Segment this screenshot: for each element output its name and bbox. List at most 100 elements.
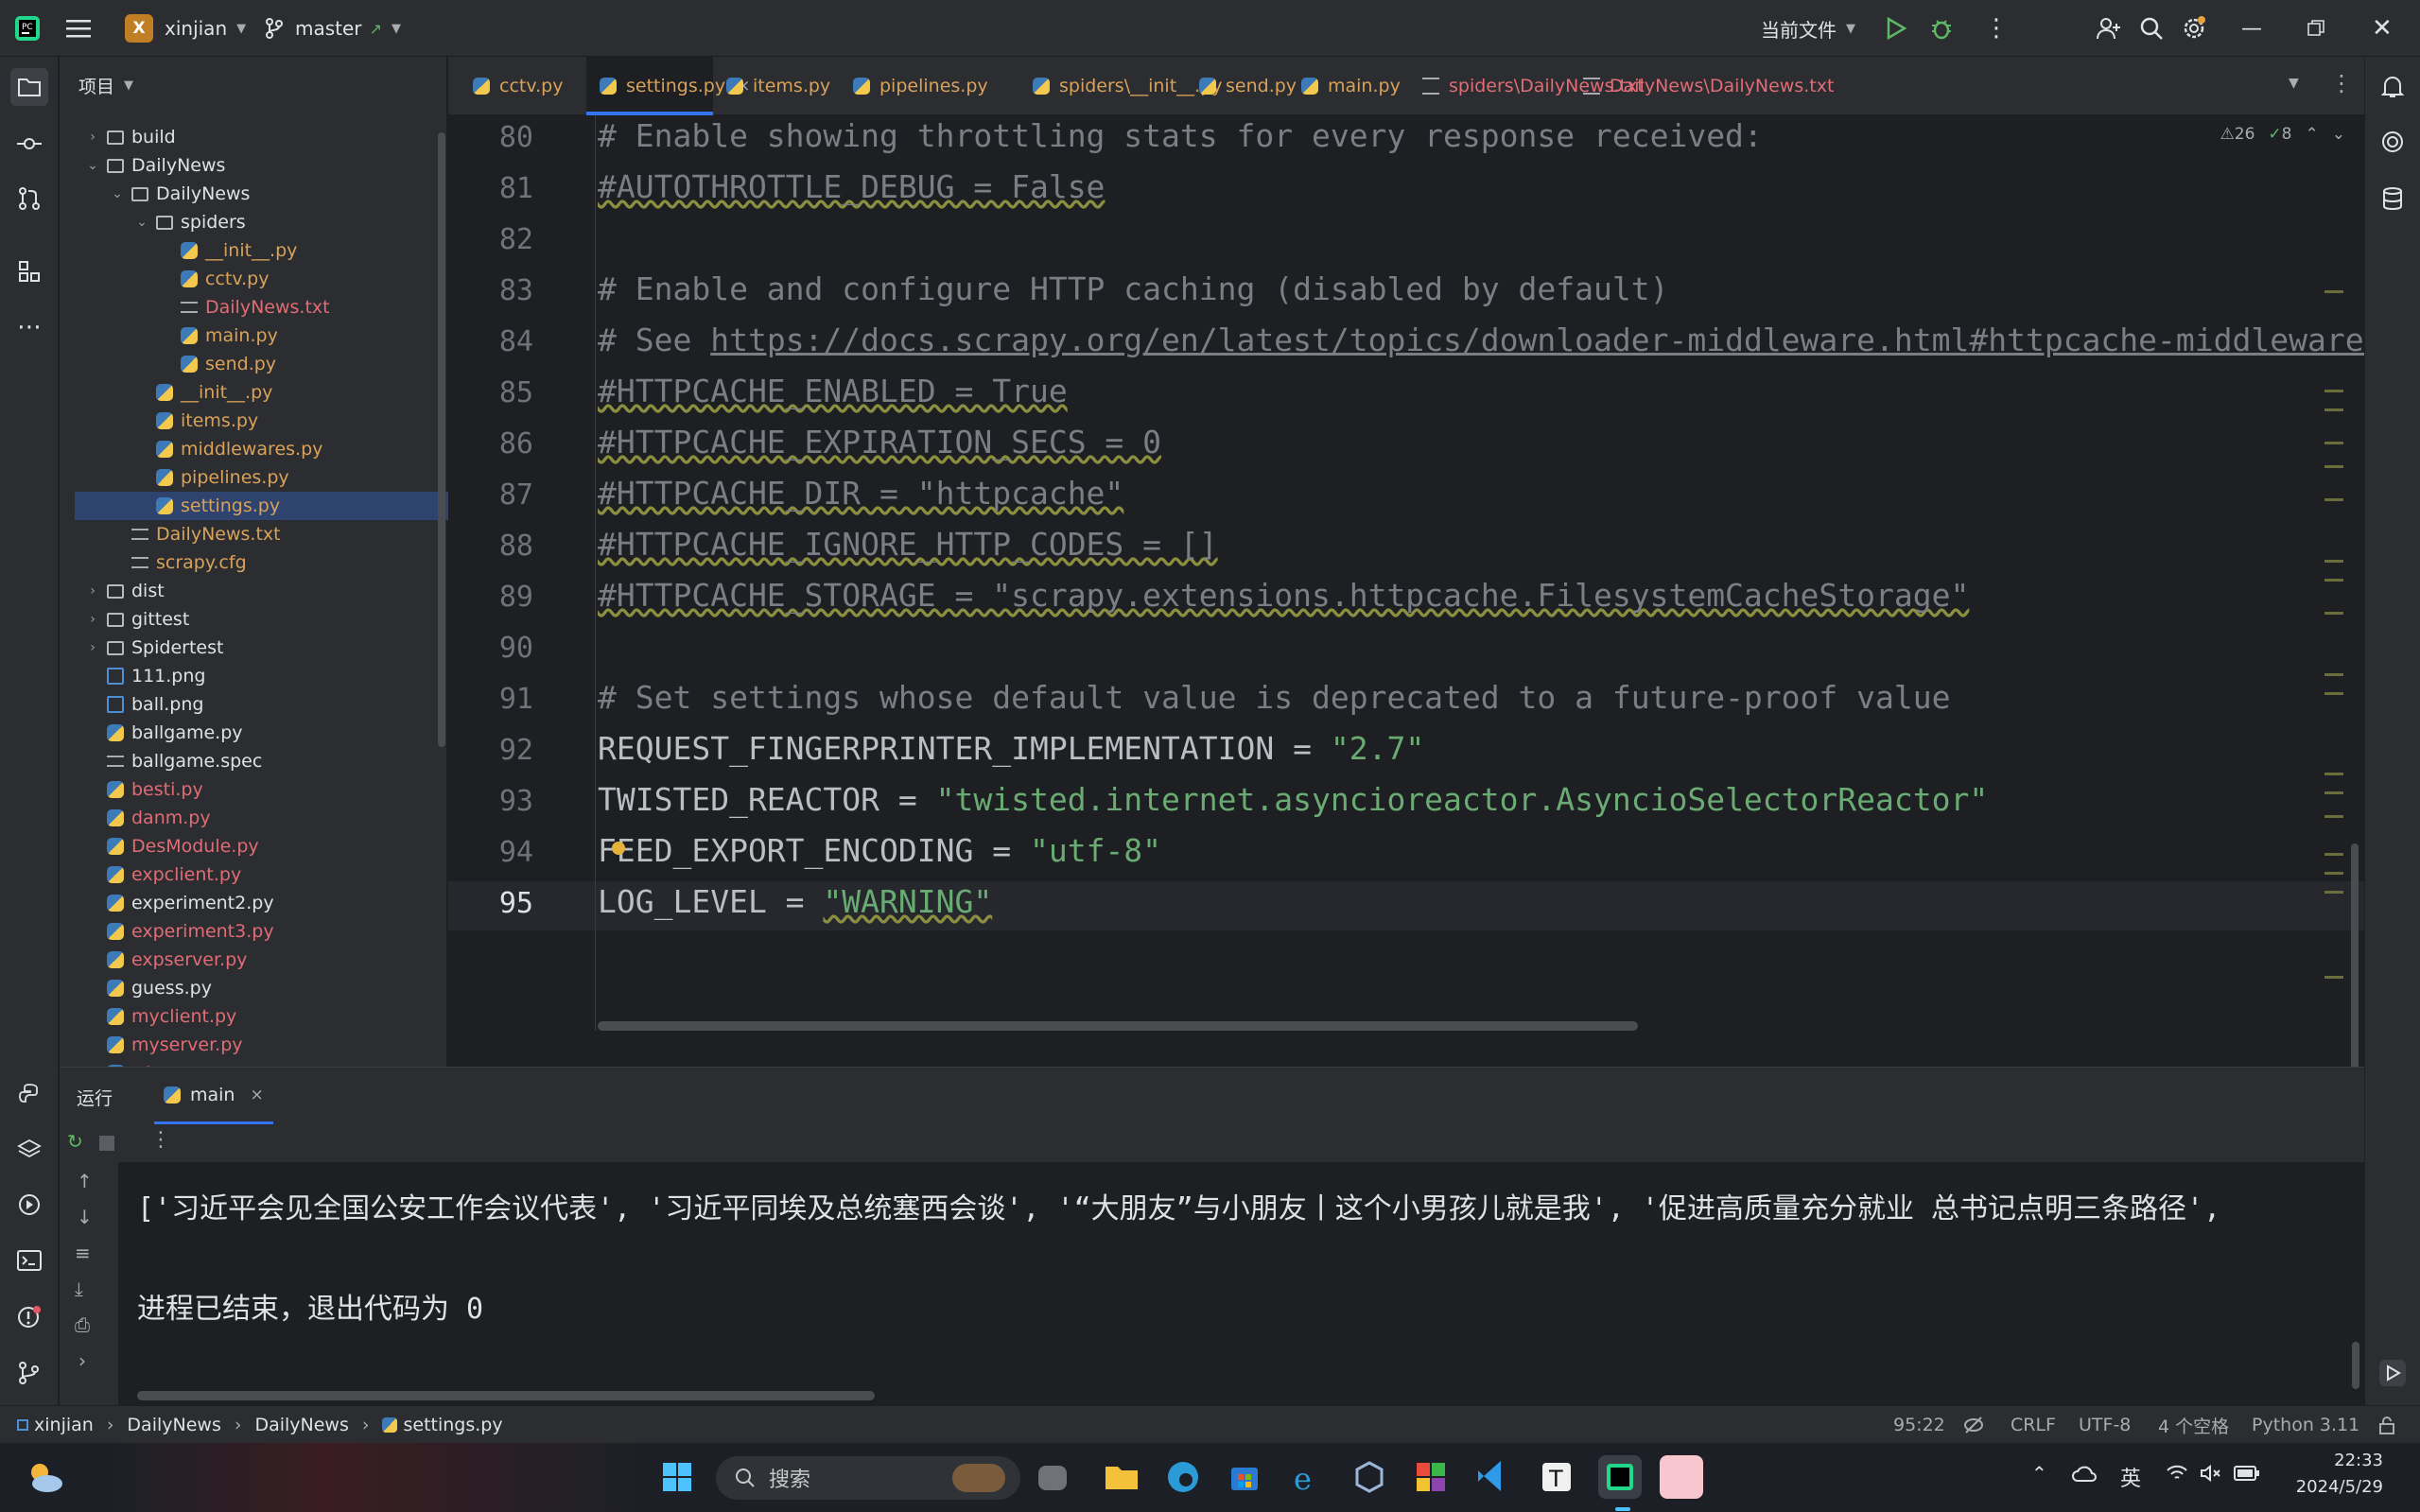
wifi-icon[interactable]: [2166, 1464, 2188, 1486]
chevron-right-icon[interactable]: ›: [84, 612, 101, 627]
tree-item[interactable]: main.py: [60, 322, 438, 350]
scroll-marker[interactable]: [2324, 853, 2343, 856]
chevron-down-icon[interactable]: ⌄: [133, 215, 150, 230]
tree-item[interactable]: myserver.py: [60, 1031, 438, 1059]
code-line[interactable]: LOG_LEVEL = "WARNING": [598, 883, 992, 920]
tree-item[interactable]: 111.png: [60, 662, 438, 690]
code-line[interactable]: FEED_EXPORT_ENCODING = "utf-8": [598, 832, 1161, 869]
chevron-up-icon[interactable]: ⌃: [2031, 1462, 2047, 1485]
tree-item[interactable]: ⌄ DailyNews: [60, 180, 438, 208]
scroll-marker[interactable]: [2324, 815, 2343, 818]
task-view-icon[interactable]: [1038, 1466, 1067, 1490]
tree-item[interactable]: __init__.py: [60, 378, 438, 407]
tree-item[interactable]: ball.png: [60, 690, 438, 719]
scroll-up-icon[interactable]: ↑: [77, 1170, 93, 1192]
stop-icon[interactable]: [99, 1136, 114, 1151]
scroll-marker[interactable]: [2324, 498, 2343, 501]
database-icon[interactable]: [2374, 180, 2411, 217]
tree-item[interactable]: settings.py: [75, 492, 491, 520]
chevron-down-icon[interactable]: ⌄: [2332, 125, 2345, 144]
run-tab-main[interactable]: main ×: [154, 1068, 273, 1124]
code-line[interactable]: #HTTPCACHE_ENABLED = True: [598, 373, 1068, 409]
project-tool-icon[interactable]: [10, 68, 48, 106]
scroll-marker[interactable]: [2324, 612, 2343, 615]
scroll-marker[interactable]: [2324, 290, 2343, 293]
tree-item[interactable]: DailyNews.txt: [60, 293, 438, 322]
run-button[interactable]: [1885, 0, 1907, 57]
colorful-app-icon[interactable]: [1409, 1455, 1453, 1499]
tree-item[interactable]: guess.py: [60, 974, 438, 1002]
tree-item[interactable]: experiment2.py: [60, 889, 438, 917]
tabs-overflow-chevron-icon[interactable]: ▼: [2289, 76, 2299, 91]
breadcrumb-item[interactable]: DailyNews: [127, 1415, 220, 1435]
taskbar-search-box[interactable]: 搜索: [716, 1456, 1020, 1500]
main-menu-icon[interactable]: [66, 0, 91, 57]
ie-browser-icon[interactable]: e: [1284, 1455, 1328, 1499]
tree-item[interactable]: ballgame.spec: [60, 747, 438, 775]
scroll-to-end-icon[interactable]: ⤓: [75, 1277, 83, 1300]
tab-main-py[interactable]: main.py: [1288, 57, 1409, 115]
tree-item[interactable]: send.py: [60, 350, 438, 378]
tree-item[interactable]: expclient.py: [60, 860, 438, 889]
ime-indicator[interactable]: 英: [2120, 1462, 2141, 1492]
chevron-up-icon[interactable]: ⌃: [2306, 125, 2319, 144]
scroll-marker[interactable]: [2324, 872, 2343, 875]
pink-app-icon[interactable]: [1660, 1455, 1703, 1499]
minimize-window-icon[interactable]: —: [2241, 0, 2262, 57]
tree-item[interactable]: › dist: [60, 577, 438, 605]
indent-setting[interactable]: 4 个空格: [2158, 1406, 2229, 1444]
run-panel-play-icon[interactable]: [2374, 1354, 2411, 1392]
tree-item[interactable]: myclient.py: [60, 1002, 438, 1031]
debug-button[interactable]: [1929, 0, 1954, 57]
tab-send-py[interactable]: send.py: [1186, 57, 1297, 115]
structure-tool-icon[interactable]: [10, 252, 48, 290]
scroll-marker[interactable]: [2324, 579, 2343, 582]
tab-spiders-dailynews-txt[interactable]: spiders\DailyNews.txt: [1409, 57, 1645, 115]
tree-item[interactable]: experiment3.py: [60, 917, 438, 946]
chevron-down-icon[interactable]: ⌄: [84, 158, 101, 173]
chevron-down-icon[interactable]: ⌄: [109, 186, 126, 201]
tree-item[interactable]: pipelines.py: [60, 463, 438, 492]
run-config-selector[interactable]: 当前文件 ▼: [1761, 0, 1855, 57]
print-icon[interactable]: ⎙: [75, 1313, 90, 1336]
code-line[interactable]: # Set settings whose default value is de…: [598, 679, 1950, 716]
file-encoding[interactable]: UTF-8: [2079, 1406, 2131, 1444]
tree-item[interactable]: ballgame.py: [60, 719, 438, 747]
scroll-down-icon[interactable]: ↓: [77, 1206, 93, 1228]
commit-tool-icon[interactable]: [10, 125, 48, 163]
editor-hscrollbar[interactable]: [598, 1021, 1638, 1031]
scroll-marker[interactable]: [2324, 791, 2343, 794]
rerun-icon[interactable]: ↻: [67, 1130, 83, 1153]
vscode-icon[interactable]: [1471, 1455, 1514, 1499]
code-line[interactable]: REQUEST_FINGERPRINTER_IMPLEMENTATION = "…: [598, 730, 1424, 767]
tree-item[interactable]: DesModule.py: [60, 832, 438, 860]
tree-item[interactable]: ⌄ DailyNews: [60, 151, 438, 180]
code-line[interactable]: # Enable and configure HTTP caching (dis…: [598, 270, 1668, 307]
tree-item[interactable]: ⌄ spiders: [60, 208, 438, 236]
read-only-lock-icon[interactable]: [2377, 1406, 2396, 1444]
project-switcher[interactable]: X xinjian ▼: [125, 0, 246, 57]
tab-dailynews-dailynews-txt[interactable]: DailyNews\DailyNews.txt: [1570, 57, 1834, 115]
battery-icon[interactable]: [2234, 1466, 2260, 1485]
line-separator[interactable]: CRLF: [2011, 1406, 2056, 1444]
vcs-branch-switcher[interactable]: master ↗ ▼: [265, 0, 401, 57]
tree-item[interactable]: › build: [60, 123, 438, 151]
project-scrollbar[interactable]: [438, 132, 445, 747]
tab-cctv-py[interactable]: cctv.py: [460, 57, 586, 115]
edge-browser-icon[interactable]: [1161, 1455, 1205, 1499]
breadcrumb-item[interactable]: xinjian: [34, 1415, 94, 1435]
more-options-icon[interactable]: ⋮: [150, 1128, 171, 1152]
scroll-marker[interactable]: [2324, 673, 2343, 676]
code-line[interactable]: #HTTPCACHE_IGNORE_HTTP_CODES = []: [598, 526, 1218, 563]
scroll-marker[interactable]: [2324, 465, 2343, 468]
lightbulb-icon[interactable]: [612, 842, 625, 855]
python-interpreter[interactable]: Python 3.11: [2252, 1406, 2359, 1444]
scroll-marker[interactable]: [2324, 692, 2343, 695]
scroll-marker[interactable]: [2324, 390, 2343, 392]
problems-icon[interactable]: [10, 1298, 48, 1336]
more-actions-icon[interactable]: ⋮: [1984, 0, 2009, 57]
tab-items-py[interactable]: items.py: [713, 57, 840, 115]
caret-position[interactable]: 95:22: [1893, 1406, 1945, 1444]
project-panel-header[interactable]: 项目 ▼: [60, 57, 447, 113]
chevron-right-icon[interactable]: ›: [84, 130, 101, 145]
